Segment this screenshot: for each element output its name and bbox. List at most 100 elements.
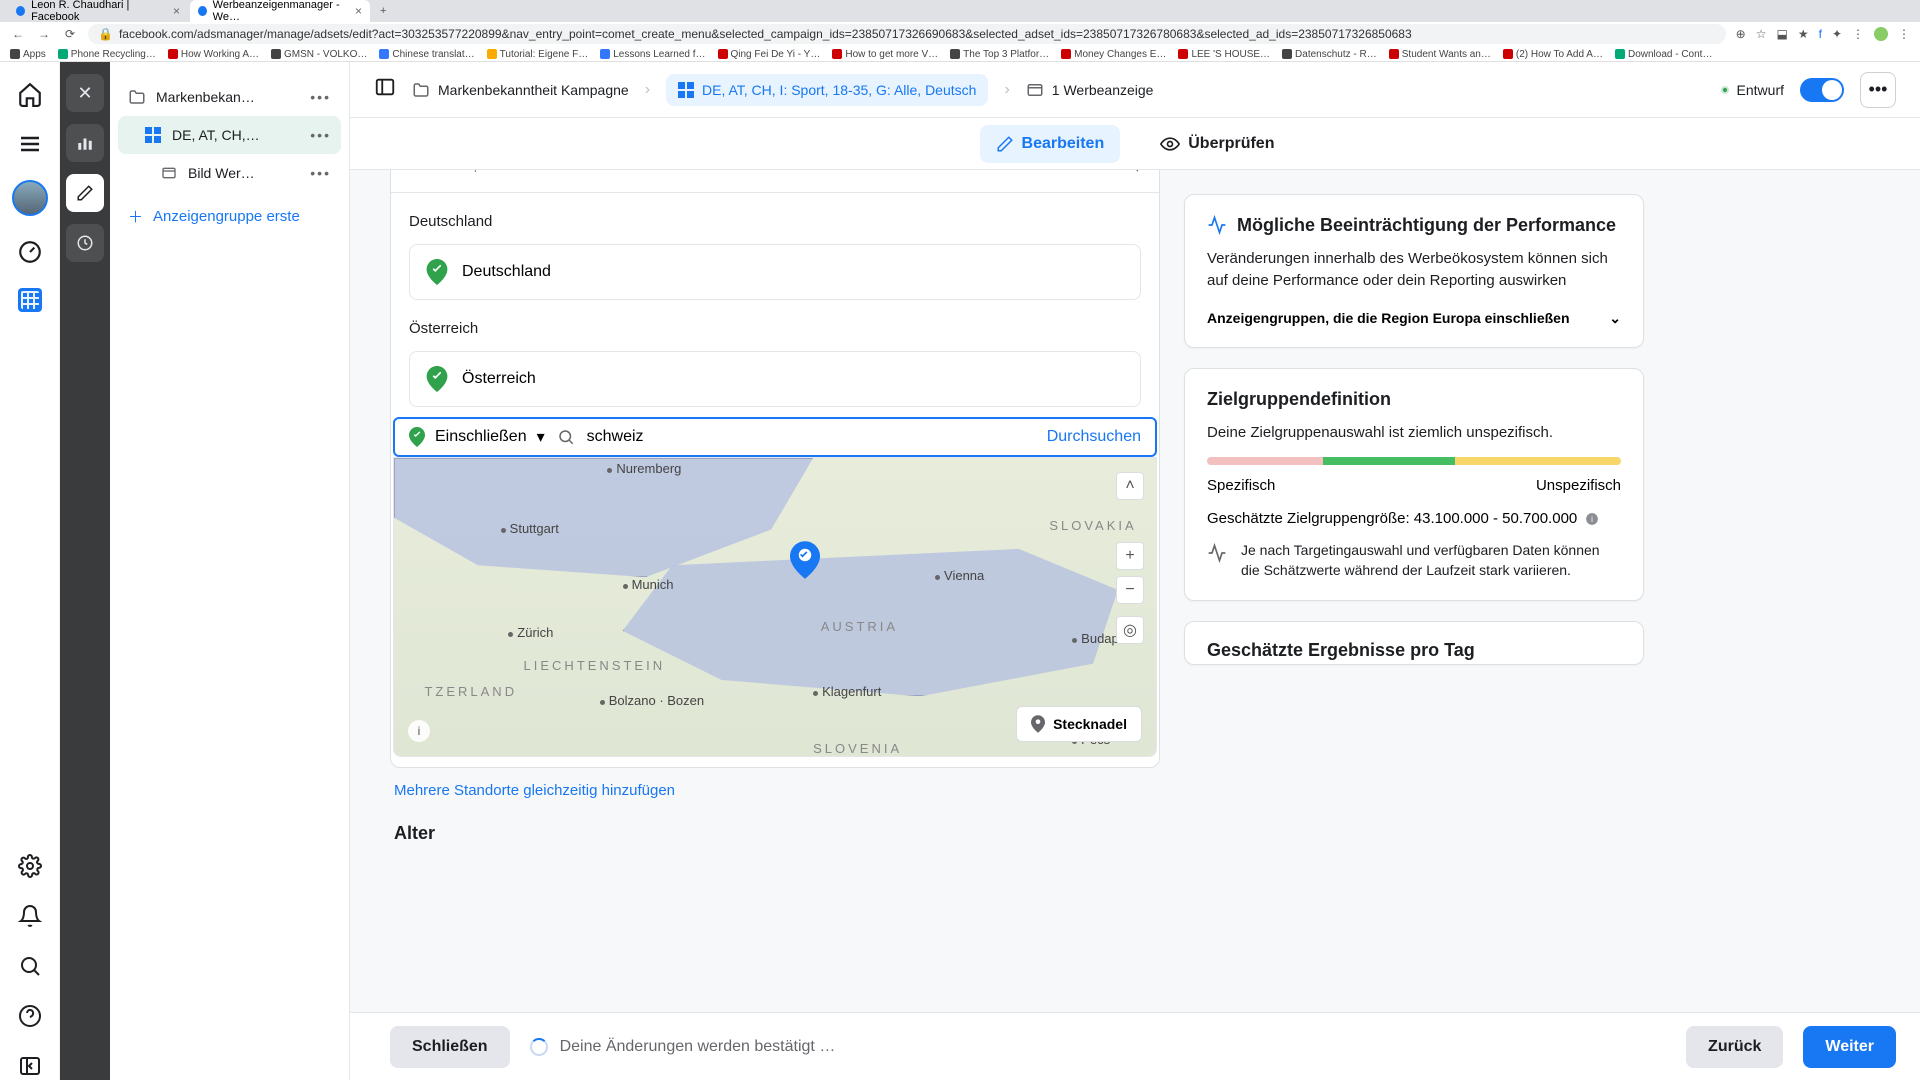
breadcrumb-ad[interactable]: 1 Werbeanzeige — [1026, 81, 1154, 99]
panel-title: Geschätzte Ergebnisse pro Tag — [1207, 640, 1475, 661]
map-city-label: Nuremberg — [607, 461, 681, 476]
ext-icon[interactable]: ⋮ — [1852, 27, 1864, 41]
browser-tab[interactable]: Leon R. Chaudhari | Facebook × — [8, 0, 188, 22]
more-icon[interactable]: ••• — [310, 127, 331, 143]
bookmark[interactable]: (2) How To Add A… — [1503, 49, 1603, 60]
close-button[interactable]: ✕ — [66, 74, 104, 112]
audience-gauge — [1207, 457, 1621, 465]
bookmark-icon[interactable]: ★ — [1798, 27, 1809, 41]
forward-icon[interactable]: → — [36, 27, 52, 41]
browse-button[interactable]: Durchsuchen — [1047, 428, 1141, 446]
bell-icon[interactable] — [16, 902, 44, 930]
collapse-icon[interactable] — [16, 1052, 44, 1080]
add-multiple-locations-link[interactable]: Mehrere Standorte gleichzeitig hinzufüge… — [390, 768, 1160, 805]
tree-label: Bild Wer… — [188, 165, 255, 181]
more-button[interactable]: ••• — [1860, 72, 1896, 108]
chart-icon[interactable] — [66, 124, 104, 162]
more-icon[interactable]: ••• — [310, 89, 331, 105]
tree-adset[interactable]: DE, AT, CH,… ••• — [118, 116, 341, 154]
map-info-icon[interactable]: i — [408, 720, 430, 742]
map-city-label: Stuttgart — [501, 521, 559, 536]
avatar-icon[interactable] — [1874, 27, 1888, 41]
map-zoom-in[interactable]: + — [1116, 542, 1144, 570]
spinner-icon — [530, 1038, 548, 1056]
tab-edit[interactable]: Bearbeiten — [980, 125, 1121, 163]
gear-icon[interactable] — [16, 852, 44, 880]
ext-icon[interactable]: ✦ — [1832, 27, 1842, 41]
gauge-label-right: Unspezifisch — [1536, 477, 1621, 494]
bookmark[interactable]: Lessons Learned f… — [600, 49, 705, 60]
more-icon[interactable]: ••• — [310, 165, 331, 181]
menu-icon[interactable] — [16, 130, 44, 158]
tree-campaign[interactable]: Markenbekan… ••• — [118, 78, 341, 116]
close-icon[interactable]: × — [355, 4, 362, 18]
expand-row[interactable]: Anzeigengruppen, die die Region Europa e… — [1207, 310, 1621, 327]
breadcrumb-campaign[interactable]: Markenbekanntheit Kampagne — [412, 81, 629, 99]
close-icon[interactable]: × — [173, 4, 180, 18]
help-icon[interactable] — [16, 1002, 44, 1030]
ads-manager-icon[interactable] — [18, 288, 42, 312]
zoom-icon[interactable]: ⊕ — [1736, 27, 1746, 41]
bookmark[interactable]: Apps — [10, 49, 46, 60]
location-chip[interactable]: Österreich — [409, 351, 1141, 407]
close-button[interactable]: Schließen — [390, 1026, 510, 1068]
bookmark[interactable]: GMSN - VOLKO… — [271, 49, 367, 60]
location-chip[interactable]: Deutschland — [409, 244, 1141, 300]
avatar[interactable] — [12, 180, 48, 216]
map-zoom-out[interactable]: − — [1116, 576, 1144, 604]
bookmark[interactable]: Tutorial: Eigene F… — [487, 49, 589, 60]
map[interactable]: NurembergStuttgartMunichZürichViennaBolz… — [393, 457, 1157, 757]
panel-title: Zielgruppendefinition — [1207, 389, 1391, 410]
status-dot-icon — [1721, 86, 1729, 94]
map-locate-icon[interactable]: ◎ — [1116, 616, 1144, 644]
browser-tab[interactable]: Werbeanzeigenmanager - We… × — [190, 0, 370, 22]
map-country-label: AUSTRIA — [821, 619, 898, 634]
tab-review[interactable]: Überprüfen — [1144, 124, 1290, 164]
activity-icon — [1207, 543, 1227, 563]
history-icon[interactable] — [66, 224, 104, 262]
ext-icon[interactable]: f — [1819, 27, 1822, 41]
location-search-input[interactable] — [587, 428, 1035, 446]
share-icon[interactable]: ☆ — [1756, 27, 1767, 41]
publish-toggle[interactable] — [1800, 78, 1844, 102]
breadcrumb-adset[interactable]: DE, AT, CH, I: Sport, 18-35, G: Alle, De… — [666, 74, 988, 106]
url-input[interactable]: 🔒 facebook.com/adsmanager/manage/adsets/… — [88, 24, 1726, 44]
bookmark[interactable]: Download - Cont… — [1615, 49, 1712, 60]
tree-ad[interactable]: Bild Wer… ••• — [118, 154, 341, 192]
drop-pin-button[interactable]: Stecknadel — [1016, 706, 1142, 742]
bookmark[interactable]: How to get more V… — [832, 49, 938, 60]
breadcrumb-bar: Markenbekanntheit Kampagne › DE, AT, CH,… — [350, 62, 1920, 118]
plus-icon: ＋ — [128, 206, 143, 227]
bookmark[interactable]: Student Wants an… — [1389, 49, 1491, 60]
new-tab-button[interactable]: + — [372, 5, 394, 17]
add-adset-button[interactable]: ＋ Anzeigengruppe erste — [118, 192, 341, 241]
edit-icon[interactable] — [66, 174, 104, 212]
back-button[interactable]: Zurück — [1686, 1026, 1783, 1068]
bookmark[interactable]: The Top 3 Platfor… — [950, 49, 1049, 60]
tab-title: Werbeanzeigenmanager - We… — [213, 0, 349, 23]
map-collapse-icon[interactable]: ˄ — [1116, 472, 1144, 500]
favicon — [198, 6, 207, 16]
editor-rail: ✕ — [60, 62, 110, 1080]
bookmark[interactable]: Qing Fei De Yi - Y… — [718, 49, 821, 60]
reload-icon[interactable]: ⟳ — [62, 27, 78, 41]
bookmark[interactable]: Money Changes E… — [1061, 49, 1166, 60]
dropdown-people-type[interactable]: Personen, die an diesem Ort wohnen oder … — [391, 170, 1159, 193]
info-icon[interactable]: i — [1585, 512, 1599, 526]
bookmark[interactable]: Phone Recycling… — [58, 49, 156, 60]
next-button[interactable]: Weiter — [1803, 1026, 1896, 1068]
bookmark[interactable]: Datenschutz - R… — [1282, 49, 1377, 60]
eye-icon — [1160, 134, 1180, 154]
back-icon[interactable]: ← — [10, 27, 26, 41]
home-icon[interactable] — [16, 80, 44, 108]
include-mode-dropdown[interactable]: Einschließen ▾ — [409, 427, 545, 447]
panel-toggle-icon[interactable] — [374, 76, 396, 103]
install-icon[interactable]: ⬓ — [1776, 27, 1787, 41]
bookmark[interactable]: Chinese translat… — [379, 49, 474, 60]
search-icon[interactable] — [16, 952, 44, 980]
bookmark[interactable]: How Working A… — [168, 49, 259, 60]
menu-icon[interactable]: ⋮ — [1898, 27, 1910, 41]
add-label: Anzeigengruppe erste — [153, 208, 300, 225]
bookmark[interactable]: LEE 'S HOUSE… — [1178, 49, 1270, 60]
gauge-icon[interactable] — [16, 238, 44, 266]
